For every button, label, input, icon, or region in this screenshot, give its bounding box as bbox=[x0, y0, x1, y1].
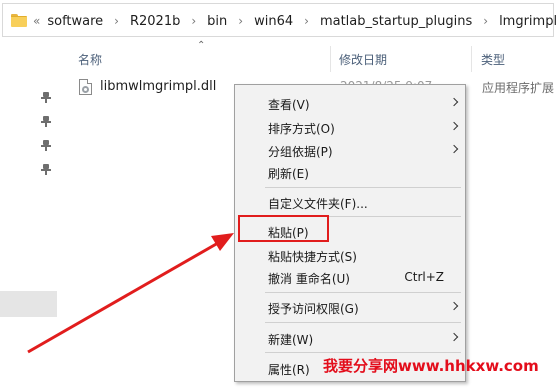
breadcrumb-separator-icon[interactable]: › bbox=[106, 14, 127, 28]
breadcrumb: « software › R2021b › bin › win64 › matl… bbox=[33, 11, 556, 31]
pin-icon[interactable] bbox=[40, 92, 52, 104]
menu-item-give-access[interactable]: 授予访问权限(G) bbox=[237, 296, 463, 318]
column-divider[interactable] bbox=[471, 46, 472, 72]
menu-item-refresh[interactable]: 刷新(E) bbox=[237, 161, 463, 183]
menu-item-view[interactable]: 查看(V) bbox=[237, 92, 463, 114]
menu-item-label: 撤消 重命名(U) bbox=[268, 272, 350, 286]
menu-separator bbox=[265, 352, 461, 353]
menu-separator bbox=[265, 322, 461, 323]
menu-item-label: 排序方式(O) bbox=[268, 122, 335, 136]
submenu-arrow-icon bbox=[449, 121, 459, 131]
column-header-name[interactable]: 名称 bbox=[78, 50, 102, 74]
menu-item-undo-rename[interactable]: 撤消 重命名(U) Ctrl+Z bbox=[237, 266, 463, 288]
submenu-arrow-icon bbox=[449, 97, 459, 107]
breadcrumb-win64[interactable]: win64 bbox=[251, 14, 296, 29]
breadcrumb-separator-icon[interactable]: › bbox=[183, 14, 204, 28]
pin-icon[interactable] bbox=[40, 140, 52, 152]
dll-file-icon bbox=[79, 79, 92, 95]
menu-item-label: 查看(V) bbox=[268, 98, 310, 112]
submenu-arrow-icon bbox=[449, 332, 459, 342]
breadcrumb-r2021b[interactable]: R2021b bbox=[127, 14, 183, 29]
folder-icon bbox=[11, 14, 27, 27]
watermark: 我要分享网www.hhkxw.com bbox=[323, 357, 539, 375]
nav-item-selected[interactable] bbox=[0, 291, 57, 317]
breadcrumb-separator-icon[interactable]: › bbox=[296, 14, 317, 28]
overflow-chevron-icon[interactable]: « bbox=[33, 14, 44, 28]
highlight-box bbox=[238, 215, 329, 242]
menu-item-label: 刷新(E) bbox=[268, 167, 309, 181]
address-bar: « software › R2021b › bin › win64 › matl… bbox=[0, 0, 556, 40]
pin-icon[interactable] bbox=[40, 164, 52, 176]
submenu-arrow-icon bbox=[449, 301, 459, 311]
menu-item-group-by[interactable]: 分组依据(P) bbox=[237, 139, 463, 161]
breadcrumb-separator-icon[interactable]: › bbox=[475, 14, 496, 28]
file-name[interactable]: libmwlmgrimpl.dll bbox=[100, 79, 216, 94]
menu-item-label: 属性(R) bbox=[268, 363, 310, 377]
submenu-arrow-icon bbox=[449, 144, 459, 154]
menu-separator bbox=[265, 187, 461, 188]
column-divider[interactable] bbox=[330, 46, 331, 72]
sort-up-icon: ⌃ bbox=[197, 40, 206, 51]
column-header-type[interactable]: 类型 bbox=[481, 50, 505, 74]
menu-item-label: 自定义文件夹(F)... bbox=[268, 197, 368, 211]
menu-item-shortcut: Ctrl+Z bbox=[404, 270, 444, 284]
column-header-date[interactable]: 修改日期 bbox=[339, 50, 387, 74]
breadcrumb-software[interactable]: software bbox=[44, 14, 106, 29]
address-box[interactable]: « software › R2021b › bin › win64 › matl… bbox=[2, 3, 556, 37]
pin-icon[interactable] bbox=[40, 116, 52, 128]
file-type: 应用程序扩展 bbox=[482, 81, 555, 95]
menu-separator bbox=[265, 292, 461, 293]
menu-item-label: 新建(W) bbox=[268, 333, 314, 347]
menu-item-new[interactable]: 新建(W) bbox=[237, 327, 463, 349]
menu-item-label: 授予访问权限(G) bbox=[268, 302, 359, 316]
breadcrumb-bin[interactable]: bin bbox=[204, 14, 230, 29]
menu-item-customize-folder[interactable]: 自定义文件夹(F)... bbox=[237, 191, 463, 213]
breadcrumb-separator-icon[interactable]: › bbox=[230, 14, 251, 28]
menu-item-paste-shortcut[interactable]: 粘贴快捷方式(S) bbox=[237, 244, 463, 266]
menu-item-label: 粘贴快捷方式(S) bbox=[268, 250, 357, 264]
menu-item-label: 分组依据(P) bbox=[268, 145, 333, 159]
menu-item-sort-by[interactable]: 排序方式(O) bbox=[237, 116, 463, 138]
breadcrumb-matlab-startup-plugins[interactable]: matlab_startup_plugins bbox=[317, 14, 475, 29]
breadcrumb-lmgrimpl[interactable]: lmgrimpl bbox=[496, 14, 556, 29]
navigation-pane bbox=[0, 40, 60, 389]
